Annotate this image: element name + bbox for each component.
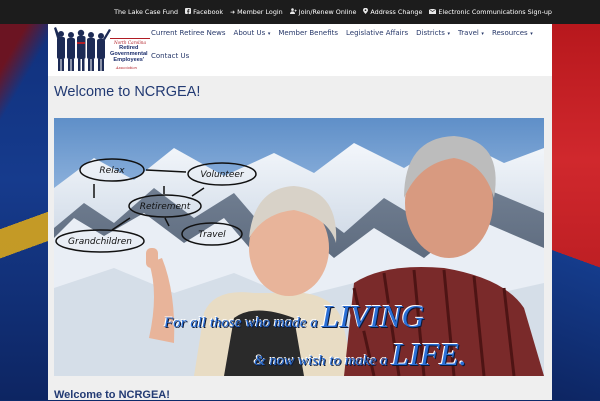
- nav-item-label: About Us: [233, 29, 266, 37]
- nav-item-about-us[interactable]: About Us ▾: [234, 29, 271, 37]
- tagline-emphasis: LIFE.: [391, 336, 468, 372]
- top-link-label: Facebook: [193, 8, 224, 16]
- bubble-grandchildren: Grandchildren: [68, 237, 132, 247]
- user-add-icon: [289, 8, 297, 16]
- ncrgea-logo[interactable]: North Carolina Retired Governmental Empl…: [54, 26, 150, 72]
- top-link-label: Electronic Communications Sign-up: [438, 8, 552, 16]
- nav-item-current-retiree-news[interactable]: Current Retiree News: [151, 29, 226, 37]
- bubble-relax: Relax: [99, 166, 125, 176]
- nav-item-member-benefits[interactable]: Member Benefits: [278, 29, 338, 37]
- site-header: North Carolina Retired Governmental Empl…: [48, 24, 552, 76]
- login-icon: ➜: [230, 8, 236, 16]
- lake-case-fund-link[interactable]: The Lake Case Fund: [114, 8, 178, 16]
- caret-down-icon: ▾: [479, 31, 484, 37]
- nav-item-label: Resources: [491, 29, 528, 37]
- logo-name: Retired Governmental Employees': [110, 45, 148, 63]
- nav-item-label: Travel: [458, 29, 479, 37]
- nav-item-label: Current Retiree News: [151, 29, 226, 37]
- nav-item-label: Contact Us: [151, 52, 190, 60]
- nav-item-contact-us[interactable]: Contact Us: [151, 52, 189, 60]
- facebook-link[interactable]: Facebook: [185, 8, 223, 16]
- nav-item-travel[interactable]: Travel ▾: [458, 29, 484, 37]
- join-renew-link[interactable]: Join/Renew Online: [289, 8, 357, 16]
- nav-item-label: Districts: [416, 29, 445, 37]
- nav-item-districts[interactable]: Districts ▾: [416, 29, 450, 37]
- electronic-communications-link[interactable]: Electronic Communications Sign-up: [429, 8, 552, 16]
- facebook-icon: [185, 8, 192, 16]
- background-flag-gold-stripe: [0, 200, 48, 280]
- hero-tagline-line2: & now wish to make a LIFE.: [254, 336, 467, 373]
- tagline-emphasis: LIVING: [321, 298, 425, 334]
- tagline-text: & now wish to make a: [254, 353, 392, 369]
- tagline-text: For all those who made a: [164, 315, 322, 331]
- logo-figures-icon: [54, 27, 111, 71]
- caret-down-icon: ▾: [528, 31, 533, 37]
- caret-down-icon: ▾: [445, 31, 451, 37]
- nav-item-legislative-affairs[interactable]: Legislative Affairs: [346, 29, 408, 37]
- hero-tagline-line1: For all those who made a LIVING: [164, 298, 425, 335]
- caret-down-icon: ▾: [266, 31, 271, 37]
- top-link-label: Join/Renew Online: [298, 8, 357, 16]
- page-title: Welcome to NCRGEA!: [54, 84, 201, 100]
- bubble-volunteer: Volunteer: [200, 170, 245, 180]
- hero-banner-image: Relax Volunteer Retirement Grandchildren…: [54, 118, 544, 376]
- nav-item-resources[interactable]: Resources ▾: [492, 29, 533, 37]
- nav-item-label: Member Benefits: [278, 29, 339, 37]
- bubble-travel: Travel: [198, 230, 226, 240]
- top-link-label: The Lake Case Fund: [114, 8, 179, 16]
- top-links: The Lake Case Fund Facebook ➜ Member Log…: [114, 0, 552, 24]
- main-panel: North Carolina Retired Governmental Empl…: [48, 24, 552, 401]
- top-link-label: Address Change: [370, 8, 423, 16]
- map-marker-icon: [363, 7, 369, 16]
- member-login-link[interactable]: ➜ Member Login: [230, 8, 283, 16]
- logo-association: Association: [116, 66, 137, 70]
- top-link-label: Member Login: [237, 8, 283, 16]
- logo-name-line: Employees': [113, 57, 145, 63]
- background-flag-blue-stripe: [552, 230, 600, 400]
- top-utility-bar: The Lake Case Fund Facebook ➜ Member Log…: [0, 0, 600, 24]
- nav-row: Current Retiree News About Us ▾ Member B…: [151, 27, 551, 39]
- nav-item-label: Legislative Affairs: [346, 29, 409, 37]
- logo-divider: [110, 38, 150, 39]
- envelope-icon: [429, 8, 437, 16]
- nav-row: Contact Us: [151, 50, 551, 62]
- bubble-retirement: Retirement: [140, 202, 191, 212]
- main-navigation: Current Retiree News About Us ▾ Member B…: [151, 27, 551, 62]
- address-change-link[interactable]: Address Change: [363, 7, 423, 16]
- section-heading: Welcome to NCRGEA!: [54, 389, 170, 401]
